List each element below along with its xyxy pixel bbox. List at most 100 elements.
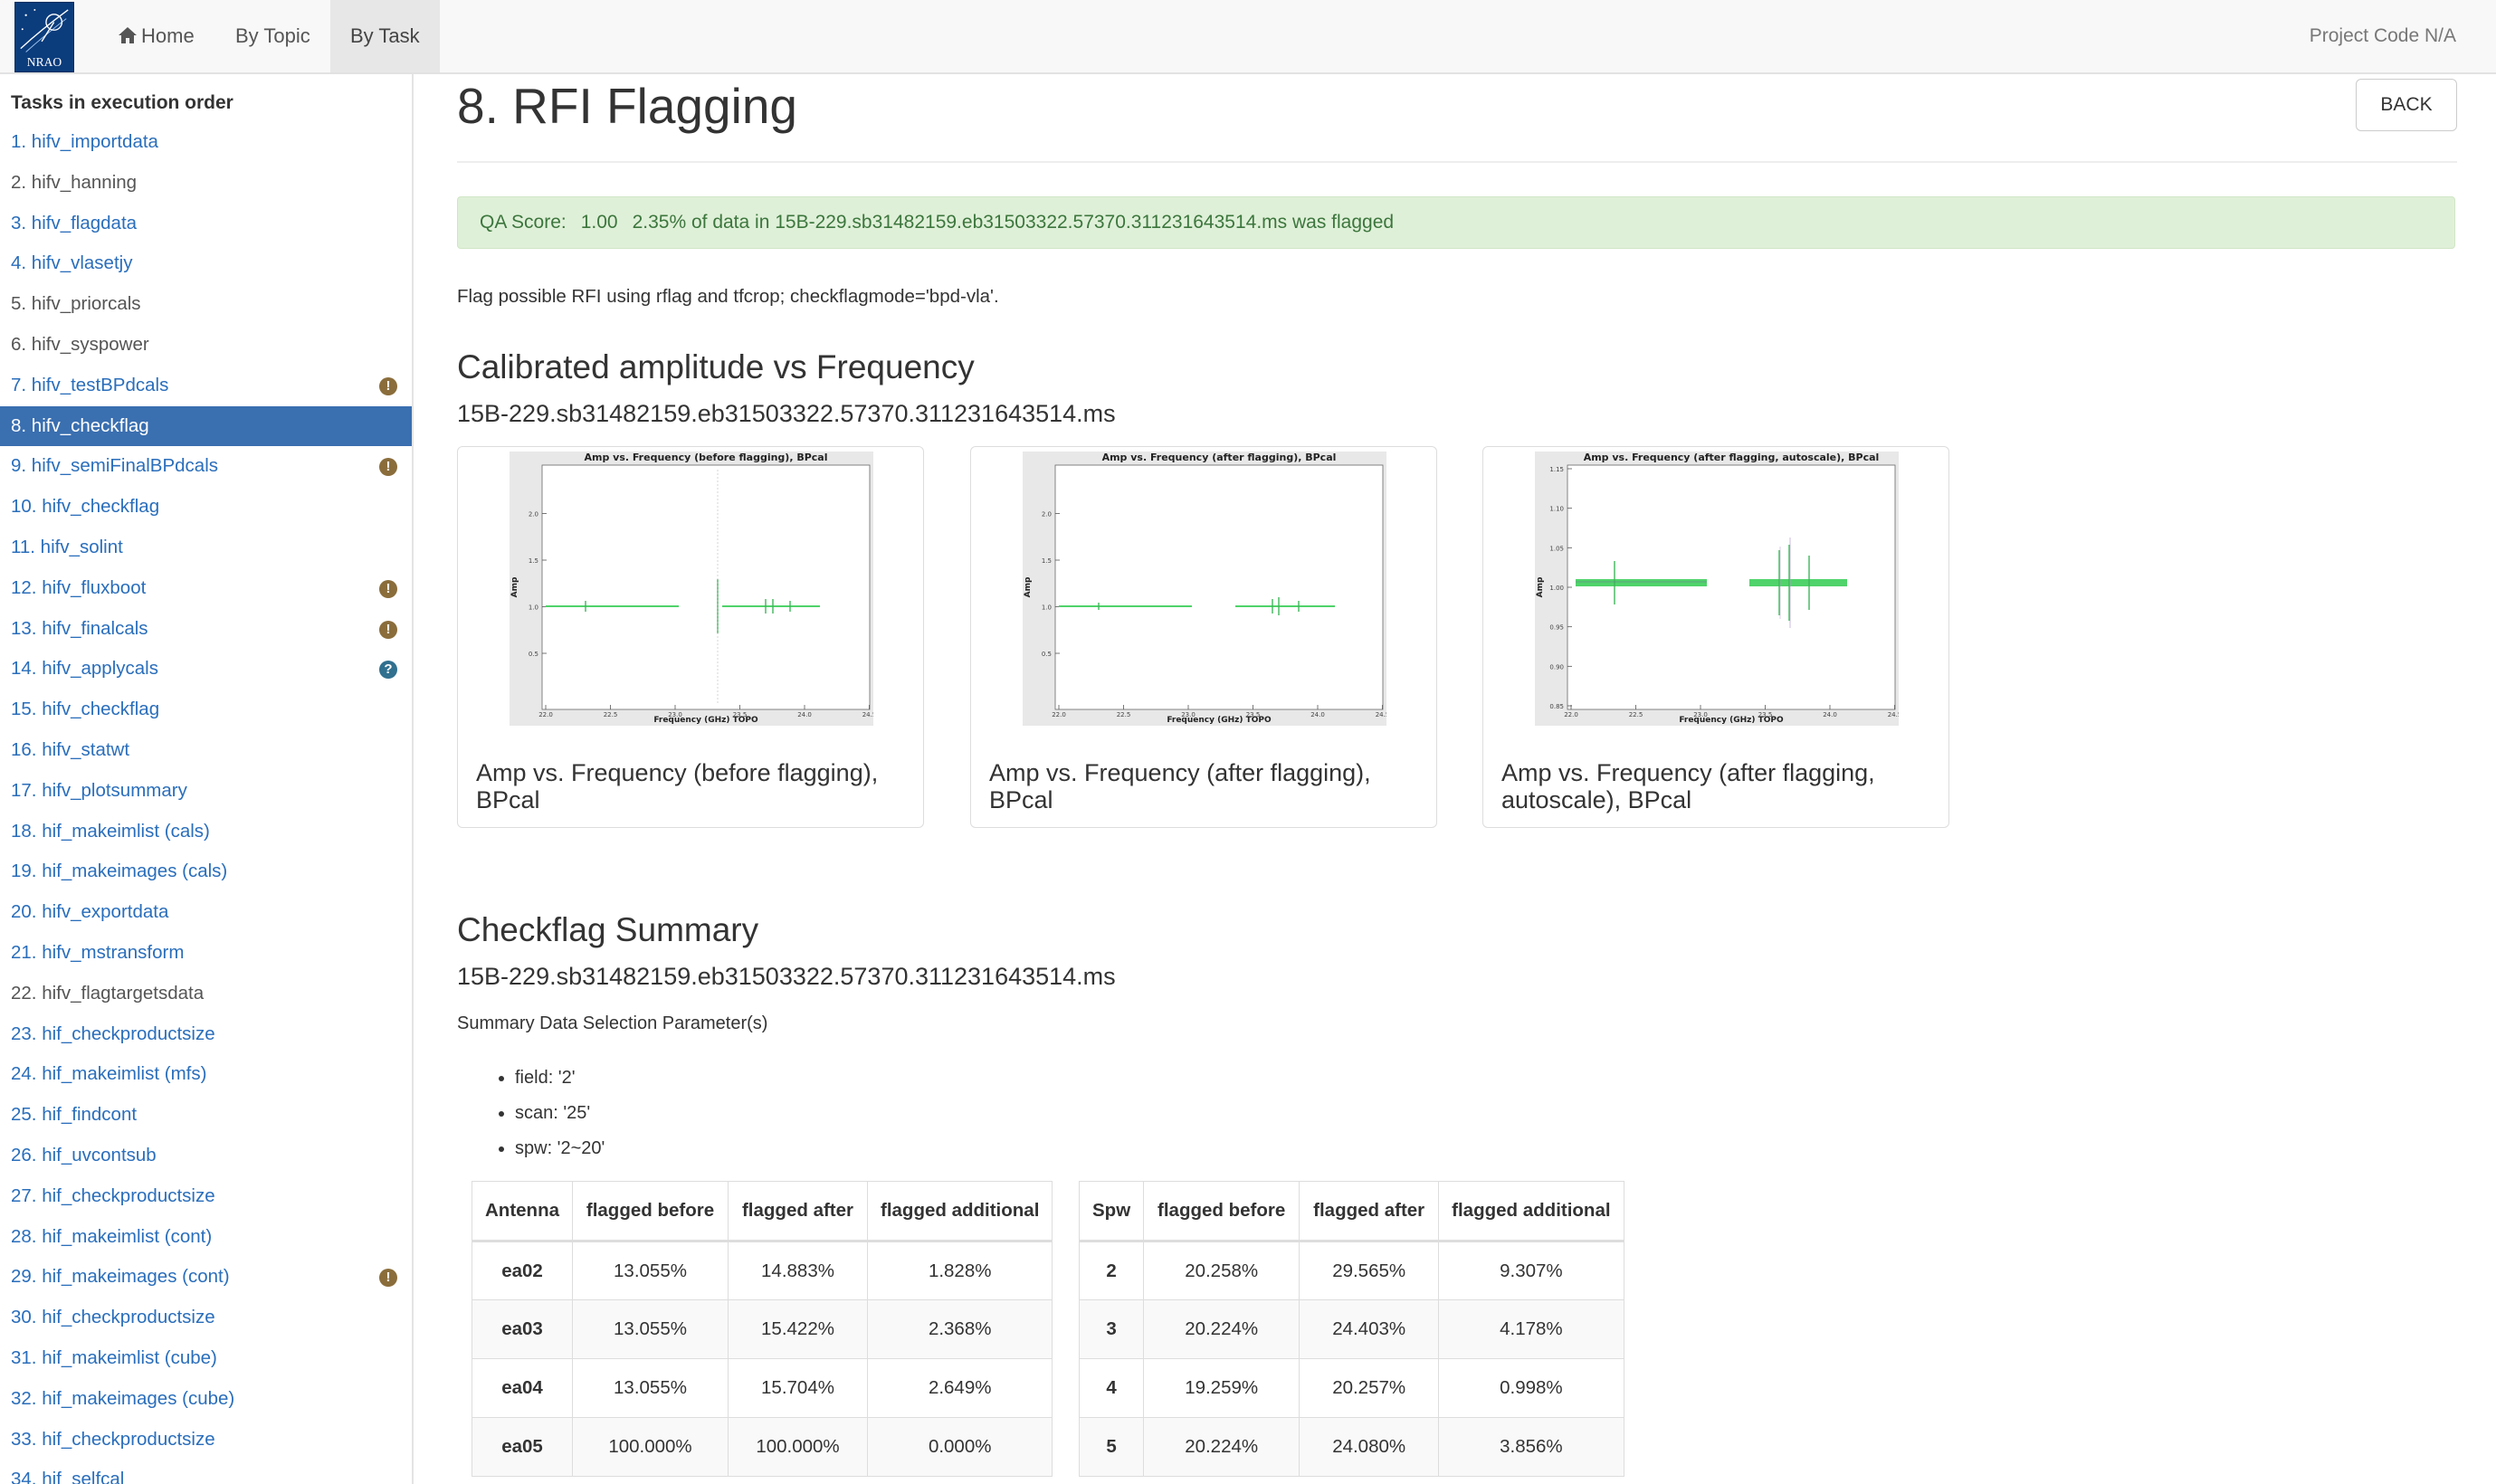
amp-vs-frequency-plot[interactable]: Amp vs. Frequency (after flagging, autos… [1535,452,1899,726]
sidebar-task-item[interactable]: 2. hifv_hanning [0,163,412,204]
table-cell: 13.055% [572,1299,729,1359]
sidebar-task-item[interactable]: 22. hifv_flagtargetsdata [0,974,412,1014]
sidebar-task-item[interactable]: 29. hif_makeimages (cont)! [0,1257,412,1298]
sidebar-task-item[interactable]: 18. hif_makeimlist (cals) [0,812,412,852]
plot-xtick-label: 22.5 [1117,711,1131,718]
plot-xtick-label: 24.0 [1823,711,1837,718]
plot-trace [1749,579,1847,586]
sidebar-task-item[interactable]: 4. hifv_vlasetjy [0,243,412,284]
spw-id-cell: 2 [1078,1241,1145,1300]
sidebar-task-item[interactable]: 9. hifv_semiFinalBPdcals! [0,446,412,487]
param-list: field: '2' scan: '25' spw: '2~20' [493,1061,605,1166]
amp-vs-frequency-plot[interactable]: Amp vs. Frequency (after flagging), BPca… [1023,452,1386,726]
amp-vs-frequency-plot[interactable]: Amp vs. Frequency (before flagging), BPc… [510,452,873,726]
table-cell: 13.055% [572,1358,729,1418]
plot-ytick-label: 0.5 [529,651,538,658]
qa-score-alert: QA Score: 1.00 2.35% of data in 15B-229.sb… [457,196,2455,249]
sidebar-task-item[interactable]: 11. hifv_solint [0,528,412,568]
sidebar-task-label: 28. hif_makeimlist (cont) [11,1225,213,1247]
sidebar-task-label: 27. hif_checkproductsize [11,1184,215,1206]
table-cell: 29.565% [1299,1241,1440,1300]
sidebar-task-item[interactable]: 23. hif_checkproductsize [0,1014,412,1055]
plot-card[interactable]: Amp vs. Frequency (after flagging), BPca… [970,446,1437,828]
sidebar-task-item[interactable]: 3. hifv_flagdata [0,204,412,244]
plot-xtick-label: 24.5 [1376,711,1386,718]
sidebar-task-item[interactable]: 21. hifv_mstransform [0,933,412,974]
nav-home[interactable]: Home [98,0,214,72]
sidebar-task-label: 21. hifv_mstransform [11,941,185,963]
sidebar-task-item[interactable]: 19. hif_makeimages (cals) [0,851,412,892]
table-cell: 9.307% [1438,1241,1624,1300]
plot-ytick-label: 0.95 [1549,624,1564,632]
column-header[interactable]: Spw [1078,1181,1145,1242]
sidebar-task-item[interactable]: 33. hif_checkproductsize [0,1420,412,1460]
plot-card[interactable]: Amp vs. Frequency (before flagging), BPc… [457,446,924,828]
column-header[interactable]: flagged additional [866,1181,1053,1242]
nav-by-topic[interactable]: By Topic [215,0,330,72]
sidebar-task-item[interactable]: 16. hifv_statwt [0,730,412,771]
plot-trace [546,605,679,607]
sidebar-task-label: 24. hif_makeimlist (mfs) [11,1063,207,1085]
sidebar-task-item[interactable]: 5. hifv_priorcals [0,284,412,325]
sidebar-task-label: 34. hif_selfcal [11,1469,125,1484]
warning-icon: ! [379,376,397,395]
sidebar-task-item[interactable]: 1. hifv_importdata [0,122,412,163]
sidebar-task-item[interactable]: 8. hifv_checkflag [0,405,412,447]
params-label: Summary Data Selection Parameter(s) [457,1013,768,1033]
plot-card[interactable]: Amp vs. Frequency (after flagging, autos… [1482,446,1949,828]
column-header[interactable]: flagged after [1299,1181,1440,1242]
plot-ytick-label: 1.15 [1549,466,1564,473]
column-header[interactable]: Antenna [472,1181,573,1242]
warning-icon: ! [379,579,397,598]
column-header[interactable]: flagged additional [1438,1181,1624,1242]
table-cell: 2.649% [866,1358,1053,1418]
sidebar-task-item[interactable]: 34. hif_selfcal [0,1460,412,1484]
sidebar-task-label: 10. hifv_checkflag [11,496,160,518]
plot-xtick-label: 23.0 [668,711,682,718]
main-content: 8. RFI Flagging BACK QA Score: 1.00 2.35% … [457,74,2457,1484]
sidebar-task-item[interactable]: 20. hifv_exportdata [0,892,412,933]
plot-trace [1235,605,1335,607]
table-cell: 20.257% [1299,1358,1440,1418]
sidebar-task-item[interactable]: 25. hif_findcont [0,1095,412,1136]
sidebar-task-label: 33. hif_checkproductsize [11,1428,215,1450]
param-field: field: '2' [515,1061,605,1096]
sidebar-task-item[interactable]: 7. hifv_testBPdcals! [0,366,412,406]
sidebar-task-label: 23. hif_checkproductsize [11,1023,215,1044]
antenna-name-cell: ea03 [472,1299,573,1359]
sidebar-task-item[interactable]: 28. hif_makeimlist (cont) [0,1217,412,1258]
back-button[interactable]: BACK [2356,79,2457,131]
sidebar-task-label: 32. hif_makeimages (cube) [11,1387,235,1409]
sidebar-task-item[interactable]: 24. hif_makeimlist (mfs) [0,1054,412,1095]
plot-xtick-label: 22.0 [538,711,553,718]
column-header[interactable]: flagged before [572,1181,729,1242]
table-cell: 100.000% [728,1417,868,1477]
sidebar-task-item[interactable]: 30. hif_checkproductsize [0,1298,412,1338]
column-header[interactable]: flagged after [728,1181,868,1242]
sidebar-task-item[interactable]: 12. hifv_fluxboot! [0,568,412,609]
nav-by-task[interactable]: By Task [330,0,440,72]
plot-xtick-label: 23.0 [1693,711,1708,718]
sidebar-task-item[interactable]: 14. hifv_applycals? [0,649,412,690]
param-spw: spw: '2~20' [515,1131,605,1166]
sidebar-task-item[interactable]: 31. hif_makeimlist (cube) [0,1338,412,1379]
sidebar-task-item[interactable]: 10. hifv_checkflag [0,487,412,528]
table-cell: 3.856% [1438,1417,1624,1477]
sidebar-task-item[interactable]: 6. hifv_syspower [0,325,412,366]
sidebar-title: Tasks in execution order [11,92,233,113]
column-header[interactable]: flagged before [1143,1181,1300,1242]
antenna-name-cell: ea05 [472,1417,573,1477]
warning-icon: ! [379,620,397,639]
nrao-logo[interactable]: NRAO [14,2,74,72]
sidebar-task-item[interactable]: 13. hifv_finalcals! [0,609,412,650]
sidebar-task-item[interactable]: 17. hifv_plotsummary [0,771,412,812]
plot-area [1054,464,1384,710]
sidebar-task-item[interactable]: 26. hif_uvcontsub [0,1136,412,1176]
table-row: 2 20.258% 29.565% 9.307% [1078,1241,1624,1300]
spw-id-cell: 5 [1078,1417,1145,1477]
sidebar-task-item[interactable]: 27. hif_checkproductsize [0,1176,412,1217]
sidebar-task-item[interactable]: 15. hifv_checkflag [0,690,412,730]
plot-ytick-label: 1.5 [529,557,538,565]
summary-heading: Checkflag Summary [457,911,759,948]
sidebar-task-item[interactable]: 32. hif_makeimages (cube) [0,1379,412,1420]
